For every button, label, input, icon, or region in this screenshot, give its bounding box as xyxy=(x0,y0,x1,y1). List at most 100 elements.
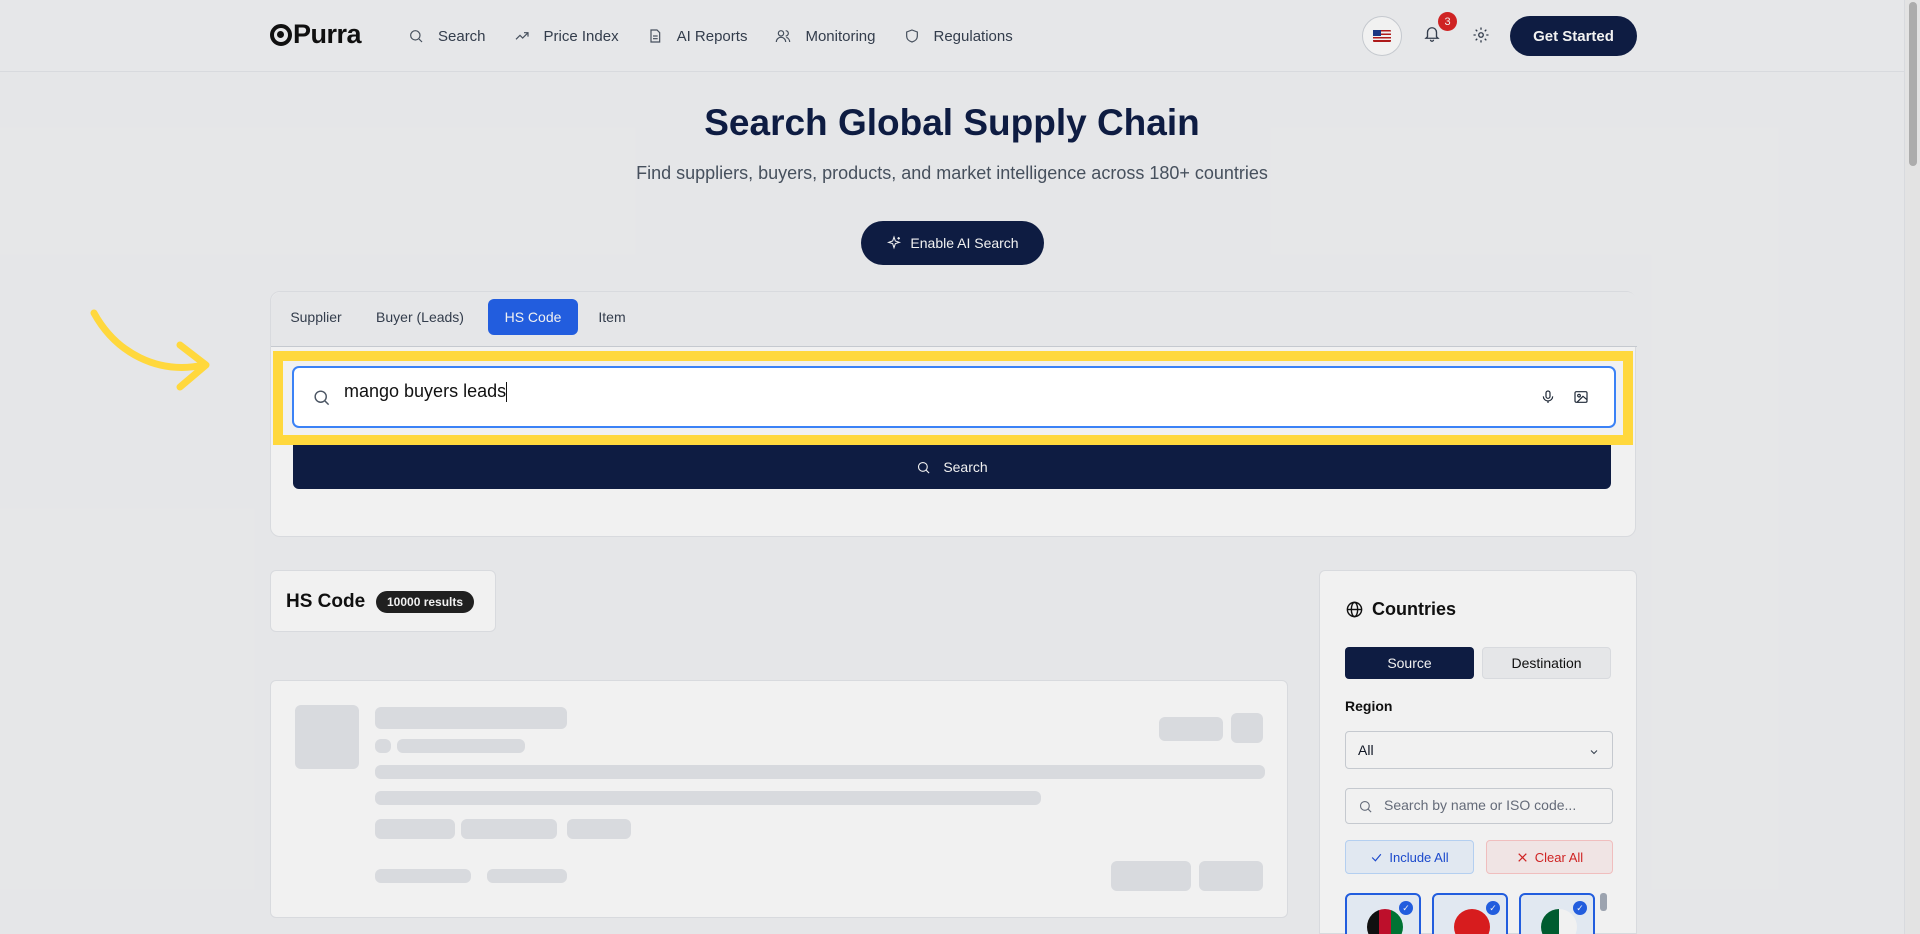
microphone-icon xyxy=(1542,390,1554,403)
globe-icon xyxy=(1346,601,1363,618)
include-all-button[interactable]: Include All xyxy=(1345,840,1474,874)
language-selector[interactable] xyxy=(1362,16,1402,56)
logo-mark-icon xyxy=(270,23,292,46)
nav-link-label: Regulations xyxy=(933,27,1013,45)
loading-skeleton-card xyxy=(270,680,1288,918)
search-input[interactable]: mango buyers leads xyxy=(344,381,1524,413)
image-icon xyxy=(1574,391,1588,403)
nav-link-label: Monitoring xyxy=(805,27,876,45)
checked-icon: ✓ xyxy=(1486,901,1500,915)
search-icon xyxy=(410,30,423,43)
nav-link-label: Price Index xyxy=(543,27,619,45)
text-caret xyxy=(506,382,508,403)
enable-ai-search-button[interactable]: Enable AI Search xyxy=(861,221,1044,265)
notification-badge: 3 xyxy=(1438,12,1457,31)
countries-panel: Countries Source Destination Region All … xyxy=(1319,570,1637,934)
skeleton-chip xyxy=(1199,861,1263,891)
check-icon xyxy=(1372,853,1382,862)
toggle-source[interactable]: Source xyxy=(1345,647,1474,679)
trending-up-icon xyxy=(515,32,529,40)
nav-link-monitoring[interactable]: Monitoring xyxy=(775,24,876,48)
skeleton-line xyxy=(487,869,567,883)
close-icon xyxy=(1518,852,1527,862)
page-scrollbar[interactable] xyxy=(1904,0,1920,934)
nav-link-ai-reports[interactable]: AI Reports xyxy=(647,24,748,48)
clear-all-label: Clear All xyxy=(1534,849,1584,865)
skeleton-chip xyxy=(567,819,631,839)
skeleton-line xyxy=(375,739,391,753)
pointer-arrow-icon xyxy=(90,309,210,391)
skeleton-chip xyxy=(375,819,455,839)
chevron-down-icon xyxy=(1588,745,1600,761)
shield-icon xyxy=(905,29,918,43)
tab-hs-code[interactable]: HS Code xyxy=(488,299,578,335)
search-query-text: mango buyers leads xyxy=(344,381,507,401)
page-title: Search Global Supply Chain xyxy=(704,102,1200,143)
results-count-badge: 10000 results xyxy=(376,591,475,613)
skeleton-line xyxy=(375,765,1265,779)
skeleton-avatar xyxy=(295,705,359,769)
skeleton-line xyxy=(397,739,525,753)
country-search-input[interactable] xyxy=(1384,797,1604,813)
get-started-button[interactable]: Get Started xyxy=(1510,16,1637,56)
country-search-field[interactable] xyxy=(1345,788,1613,824)
skeleton-chip xyxy=(1111,861,1191,891)
gear-icon xyxy=(1473,27,1489,43)
countries-title-text: Countries xyxy=(1372,599,1457,619)
country-card-albania[interactable]: ✓ xyxy=(1432,893,1508,934)
search-button-label: Search xyxy=(943,459,988,475)
country-card-algeria[interactable]: ✓ xyxy=(1519,893,1595,934)
nav-link-price-index[interactable]: Price Index xyxy=(514,24,619,48)
settings-button[interactable] xyxy=(1472,26,1490,49)
document-icon xyxy=(649,29,660,43)
countries-scrollbar[interactable] xyxy=(1600,893,1607,911)
search-icon xyxy=(1359,800,1372,813)
region-label: Region xyxy=(1345,698,1393,714)
users-icon xyxy=(776,30,791,43)
clear-all-button[interactable]: Clear All xyxy=(1486,840,1613,874)
sparkle-icon xyxy=(887,235,902,250)
nav-link-label: AI Reports xyxy=(676,27,748,45)
us-flag-icon xyxy=(1373,30,1391,42)
skeleton-line xyxy=(375,707,567,729)
results-header: HS Code 10000 results xyxy=(270,570,496,632)
results-title: HS Code xyxy=(286,591,366,612)
search-icon xyxy=(918,461,930,474)
checked-icon: ✓ xyxy=(1573,901,1587,915)
nav-link-search[interactable]: Search xyxy=(408,24,486,48)
microphone-button[interactable] xyxy=(1540,389,1556,410)
checked-icon: ✓ xyxy=(1399,901,1413,915)
nav-links: Search Price Index AI Reports Monitoring… xyxy=(408,24,1041,48)
brand-logo[interactable]: Purra xyxy=(270,19,362,50)
tab-buyer-leads[interactable]: Buyer (Leads) xyxy=(367,299,473,335)
image-search-button[interactable] xyxy=(1573,389,1589,410)
page-scrollbar-thumb[interactable] xyxy=(1909,2,1917,166)
top-navbar: Purra Search Price Index AI Reports Moni… xyxy=(0,0,1904,72)
search-field[interactable]: mango buyers leads xyxy=(292,366,1616,428)
country-card-afghanistan[interactable]: ✓ xyxy=(1345,893,1421,934)
search-tabs: Supplier Buyer (Leads) HS Code Item xyxy=(271,292,1637,347)
include-all-label: Include All xyxy=(1389,849,1449,865)
algeria-flag-icon xyxy=(1541,909,1577,934)
nav-link-regulations[interactable]: Regulations xyxy=(904,24,1013,48)
tab-supplier[interactable]: Supplier xyxy=(283,299,349,335)
skeleton-chip xyxy=(1159,717,1223,741)
region-select[interactable]: All xyxy=(1345,731,1613,769)
region-select-value: All xyxy=(1358,742,1374,758)
toggle-destination[interactable]: Destination xyxy=(1482,647,1611,679)
bell-icon xyxy=(1424,27,1440,42)
search-icon xyxy=(312,388,331,412)
albania-flag-icon xyxy=(1454,909,1490,934)
skeleton-line xyxy=(375,869,471,883)
countries-title: Countries xyxy=(1345,599,1456,620)
search-button[interactable]: Search xyxy=(293,445,1611,489)
tab-item[interactable]: Item xyxy=(589,299,635,335)
enable-ai-search-label: Enable AI Search xyxy=(910,235,1019,251)
skeleton-line xyxy=(375,791,1041,805)
nav-link-label: Search xyxy=(438,27,486,45)
skeleton-chip xyxy=(1231,713,1263,743)
page-subtitle: Find suppliers, buyers, products, and ma… xyxy=(636,163,1268,183)
brand-name: Purra xyxy=(293,19,362,49)
afghanistan-flag-icon xyxy=(1367,909,1403,934)
skeleton-chip xyxy=(461,819,557,839)
